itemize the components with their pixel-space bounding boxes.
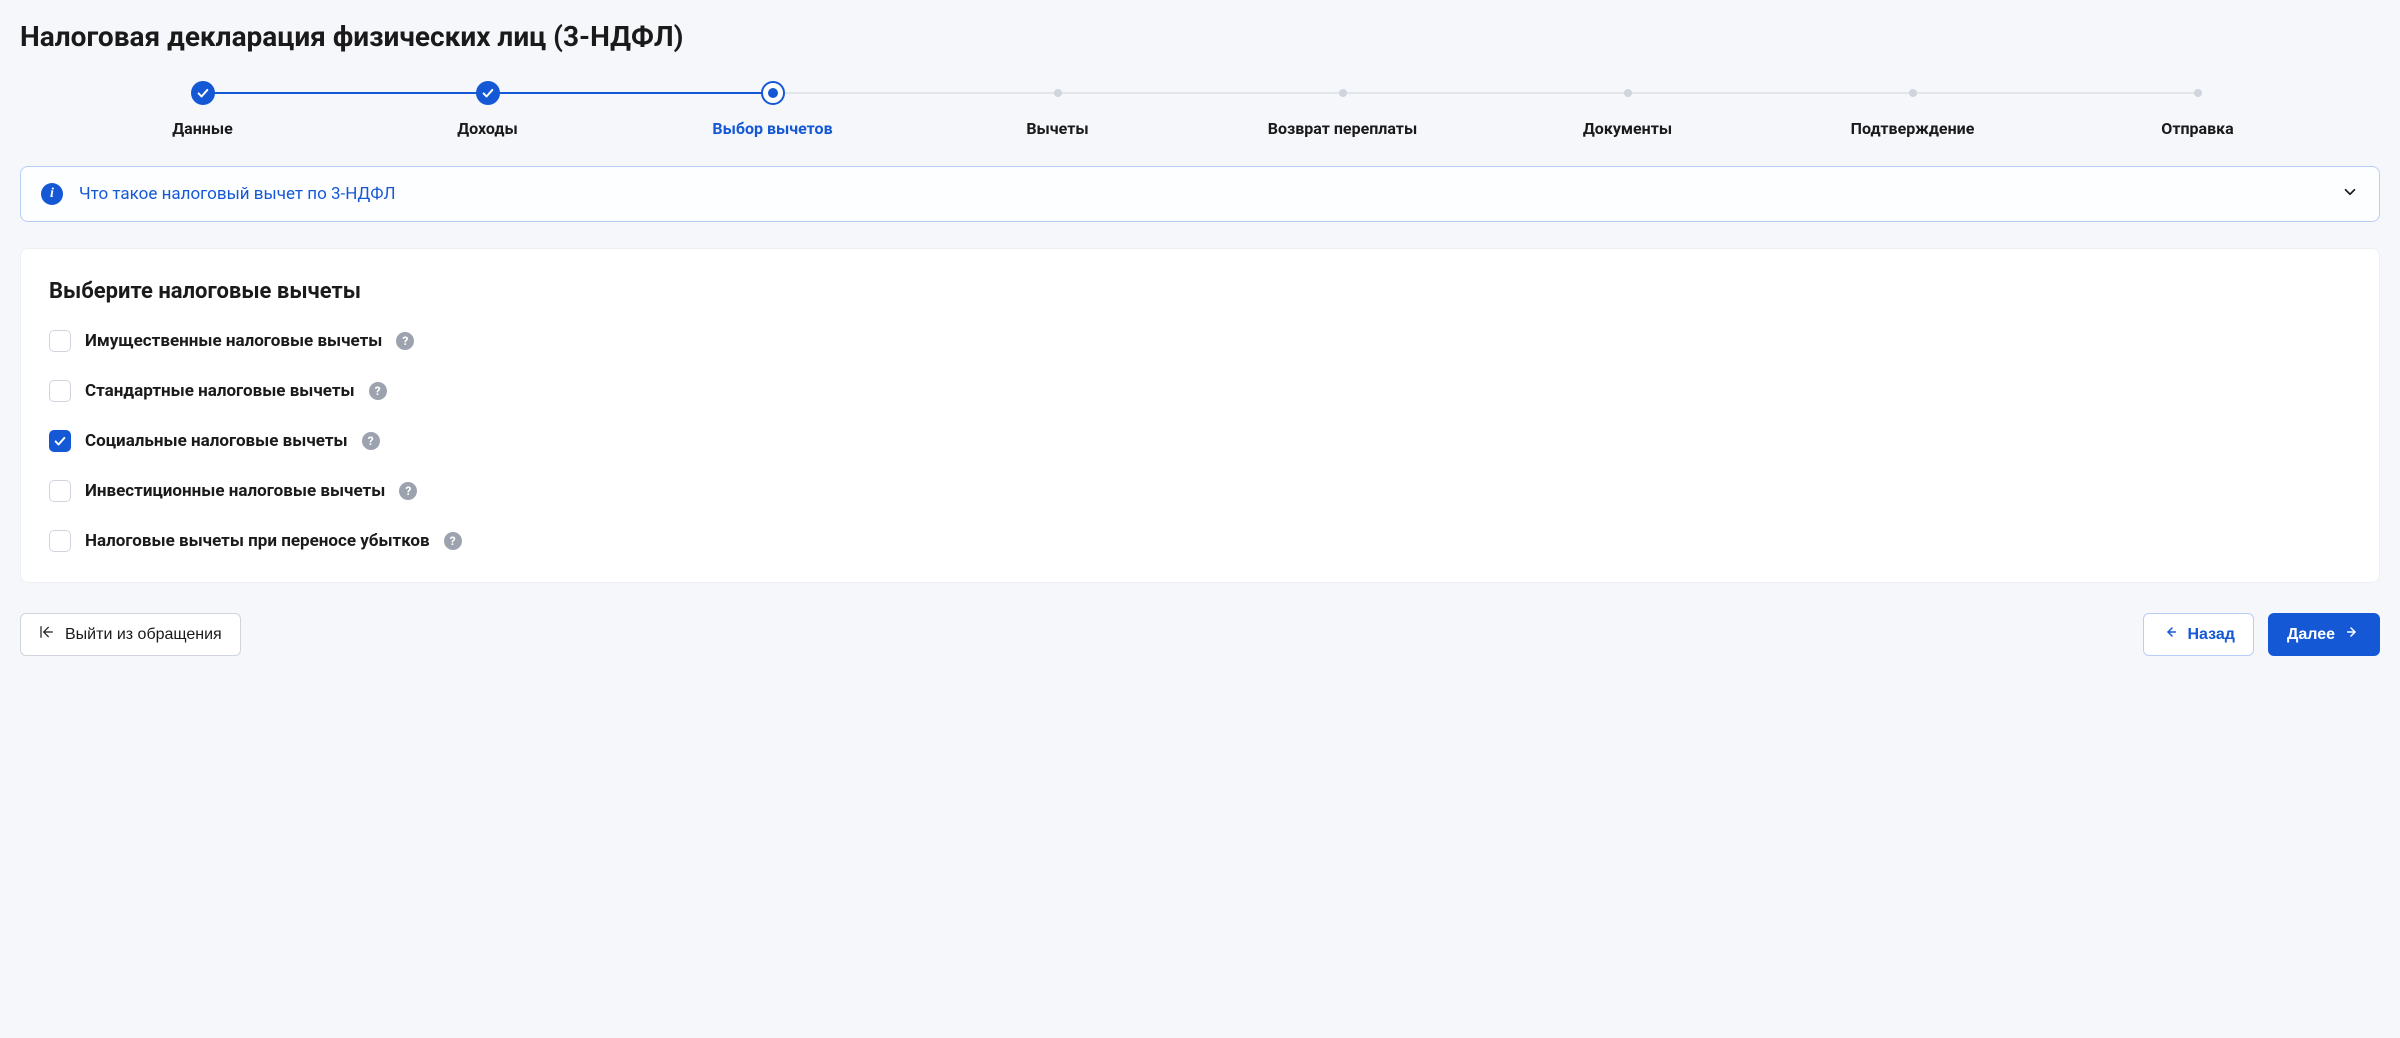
step-label: Данные [172, 119, 232, 138]
next-label: Далее [2287, 626, 2335, 644]
card-title: Выберите налоговые вычеты [49, 279, 2351, 304]
future-step-icon [1624, 89, 1632, 97]
help-icon[interactable]: ? [399, 482, 417, 500]
step-data[interactable]: Данные [60, 81, 345, 138]
help-icon[interactable]: ? [396, 332, 414, 350]
step-label: Отправка [2161, 119, 2233, 138]
exit-icon [39, 624, 55, 645]
chevron-down-icon [2341, 183, 2359, 205]
help-icon[interactable]: ? [362, 432, 380, 450]
future-step-icon [1339, 89, 1347, 97]
deduction-label: Имущественные налоговые вычеты [85, 331, 382, 351]
deductions-card: Выберите налоговые вычеты Имущественные … [20, 248, 2380, 583]
step-label: Документы [1583, 119, 1672, 138]
checkbox-property[interactable] [49, 330, 71, 352]
next-button[interactable]: Далее [2268, 613, 2380, 656]
future-step-icon [1909, 89, 1917, 97]
step-documents: Документы [1485, 81, 1770, 138]
exit-button[interactable]: Выйти из обращения [20, 613, 241, 656]
step-income[interactable]: Доходы [345, 81, 630, 138]
check-icon [191, 81, 215, 105]
help-icon[interactable]: ? [444, 532, 462, 550]
step-refund: Возврат переплаты [1200, 81, 1485, 138]
help-icon[interactable]: ? [369, 382, 387, 400]
deduction-row-standard: Стандартные налоговые вычеты ? [49, 380, 2351, 402]
step-label: Доходы [457, 119, 517, 138]
info-banner[interactable]: i Что такое налоговый вычет по 3-НДФЛ [20, 166, 2380, 222]
deduction-label: Социальные налоговые вычеты [85, 431, 348, 451]
deduction-row-loss-carry: Налоговые вычеты при переносе убытков ? [49, 530, 2351, 552]
stepper: Данные Доходы Выбор вычетов Вычеты Возвр… [60, 81, 2340, 138]
back-button[interactable]: Назад [2143, 613, 2254, 656]
step-confirm: Подтверждение [1770, 81, 2055, 138]
current-step-icon [761, 81, 785, 105]
future-step-icon [2194, 89, 2202, 97]
deduction-row-social: Социальные налоговые вычеты ? [49, 430, 2351, 452]
deduction-label: Инвестиционные налоговые вычеты [85, 481, 385, 501]
deduction-row-investment: Инвестиционные налоговые вычеты ? [49, 480, 2351, 502]
step-label: Вычеты [1026, 119, 1088, 138]
exit-label: Выйти из обращения [65, 626, 222, 644]
future-step-icon [1054, 89, 1062, 97]
footer: Выйти из обращения Назад Далее [20, 613, 2380, 656]
step-label: Выбор вычетов [712, 119, 832, 138]
back-label: Назад [2188, 626, 2235, 644]
page-title: Налоговая декларация физических лиц (3-Н… [20, 20, 2380, 53]
check-icon [476, 81, 500, 105]
deduction-label: Налоговые вычеты при переносе убытков [85, 531, 430, 551]
checkbox-standard[interactable] [49, 380, 71, 402]
step-label: Возврат переплаты [1268, 119, 1417, 138]
step-send: Отправка [2055, 81, 2340, 138]
info-icon: i [41, 183, 63, 205]
step-select-deductions[interactable]: Выбор вычетов [630, 81, 915, 138]
arrow-left-icon [2162, 624, 2178, 645]
arrow-right-icon [2345, 624, 2361, 645]
info-banner-text: Что такое налоговый вычет по 3-НДФЛ [79, 184, 2325, 204]
checkbox-loss-carry[interactable] [49, 530, 71, 552]
checkbox-investment[interactable] [49, 480, 71, 502]
step-deductions: Вычеты [915, 81, 1200, 138]
deduction-label: Стандартные налоговые вычеты [85, 381, 355, 401]
deduction-row-property: Имущественные налоговые вычеты ? [49, 330, 2351, 352]
checkbox-social[interactable] [49, 430, 71, 452]
step-label: Подтверждение [1851, 119, 1975, 138]
